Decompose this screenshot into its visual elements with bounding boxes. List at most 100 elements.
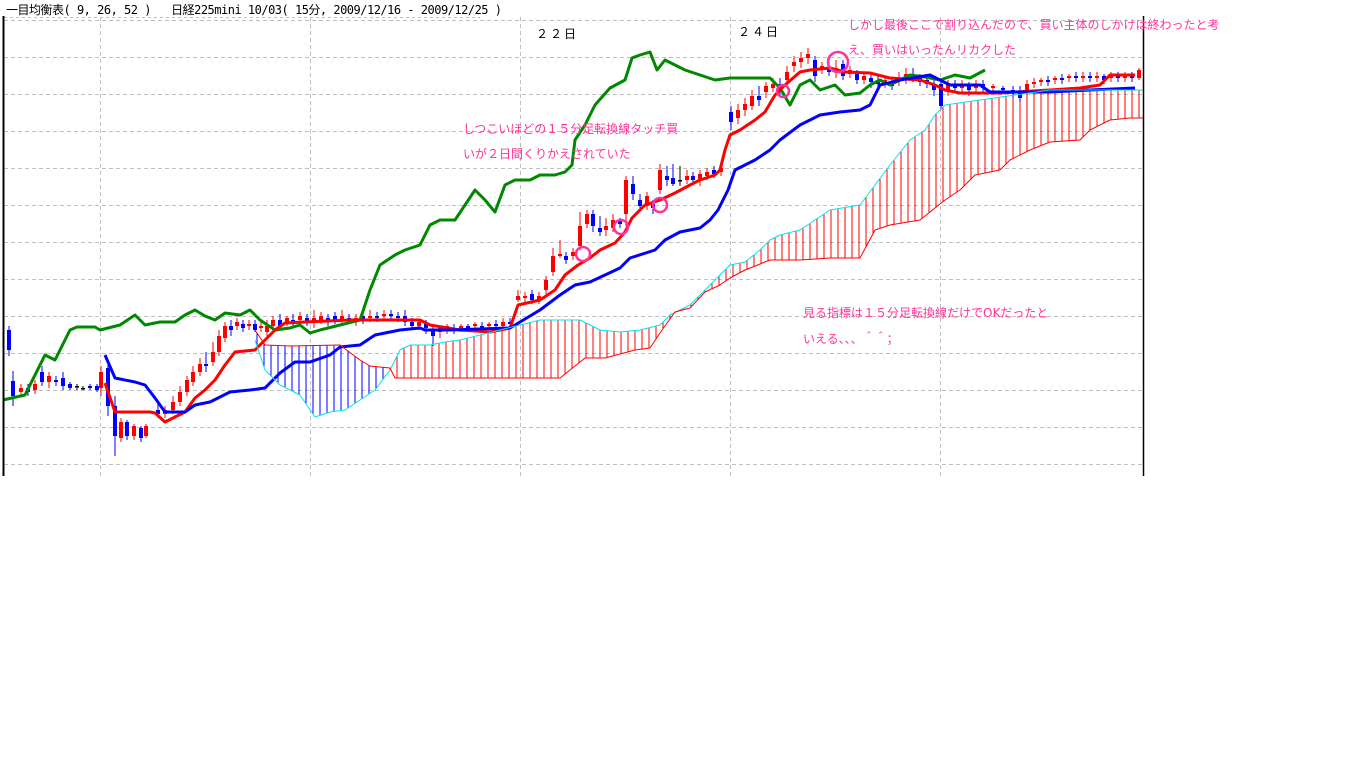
annotation-line: しかし最後ここで割り込んだので、買い主体のしかけは終わったと考 (848, 18, 1220, 32)
candle-body (523, 296, 527, 298)
candle-body (417, 322, 421, 326)
candle-body (235, 322, 239, 326)
candle-body (61, 378, 65, 386)
candle-body (259, 326, 263, 328)
candle (81, 386, 85, 390)
candle-body (729, 112, 733, 122)
candle (585, 210, 589, 228)
candle-body (229, 326, 233, 330)
candle (571, 248, 575, 260)
candle (198, 358, 202, 376)
candle (88, 384, 92, 390)
candle-body (247, 324, 251, 326)
candle-body (47, 376, 51, 382)
candle-body (544, 280, 548, 290)
annotation-line: しつこいほどの１５分足転換線タッチ買 (463, 122, 679, 136)
candle (604, 218, 608, 236)
candle-body (591, 214, 595, 226)
candle-body (40, 372, 44, 382)
candle-body (685, 176, 689, 180)
candle-body (764, 86, 768, 92)
candle-body (81, 388, 85, 390)
candle-body (253, 324, 257, 330)
candle (211, 342, 215, 366)
candle-body (125, 422, 129, 436)
annotation-line: いが２日間くりかえされていた (463, 147, 631, 161)
candle (223, 322, 227, 342)
candle-body (991, 86, 995, 88)
candle-body (132, 426, 136, 436)
candle (119, 418, 123, 442)
candle (1039, 78, 1043, 86)
candle (1074, 72, 1078, 82)
candle-body (757, 96, 761, 100)
candle-body (75, 386, 79, 388)
candle (551, 248, 555, 276)
candle-body (631, 184, 635, 194)
candle-body (88, 386, 92, 388)
candle (40, 366, 44, 386)
candle-body (691, 176, 695, 180)
candle-body (551, 256, 555, 272)
spanB-line (254, 117, 1143, 379)
candle-body (139, 428, 143, 438)
candle-body (1081, 76, 1085, 78)
candle (523, 292, 527, 302)
candle (403, 310, 407, 326)
candle-body (678, 180, 682, 182)
candle-body (598, 228, 602, 232)
candle-body (564, 256, 568, 260)
candle (229, 320, 233, 336)
candle-body (382, 314, 386, 316)
candle-body (494, 324, 498, 326)
candle-body (658, 170, 662, 190)
candle-body (1088, 76, 1092, 78)
candle (132, 424, 136, 440)
day-label-24: ２４日 (738, 25, 781, 39)
candle-body (578, 226, 582, 246)
candle (75, 384, 79, 390)
candle (591, 210, 595, 232)
candle-body (604, 226, 608, 230)
candle (1067, 74, 1071, 82)
candle-body (144, 426, 148, 436)
annotation-line: 見る指標は１５分足転換線だけでOKだったと (803, 306, 1049, 320)
annotation-line: いえる、、、＾＾； (803, 332, 899, 346)
candle-body (862, 76, 866, 80)
candle (125, 420, 129, 440)
candle-body (191, 372, 195, 382)
candle-body (516, 296, 520, 300)
candle-body (585, 214, 589, 224)
candle (247, 320, 251, 330)
candle-body (1137, 70, 1141, 78)
candle (33, 380, 37, 394)
candle (1081, 72, 1085, 82)
candle (7, 326, 11, 356)
candle (312, 310, 316, 328)
candle (564, 252, 568, 264)
candle-body (1046, 80, 1050, 82)
candle (757, 86, 761, 106)
candle-body (750, 96, 754, 106)
candle-body (204, 364, 208, 366)
candle (1046, 76, 1050, 86)
candle-body (571, 252, 575, 256)
candle-body (487, 324, 491, 326)
candle-body (1053, 78, 1057, 80)
candle (99, 366, 103, 396)
candle (204, 352, 208, 372)
candle-body (1001, 88, 1005, 90)
candle-body (217, 336, 221, 352)
candle (750, 90, 754, 110)
candle-body (792, 62, 796, 66)
candle-body (501, 322, 505, 326)
candle (178, 386, 182, 406)
candle-body (396, 316, 400, 318)
candle (285, 316, 289, 326)
chart-title: 一目均衡表( 9, 26, 52 ) 日経225mini 10/03( 15分,… (6, 3, 502, 17)
candle-body (171, 402, 175, 410)
candle (631, 176, 635, 200)
candle-body (99, 372, 103, 388)
candle-body (1060, 78, 1064, 80)
candle (217, 330, 221, 356)
